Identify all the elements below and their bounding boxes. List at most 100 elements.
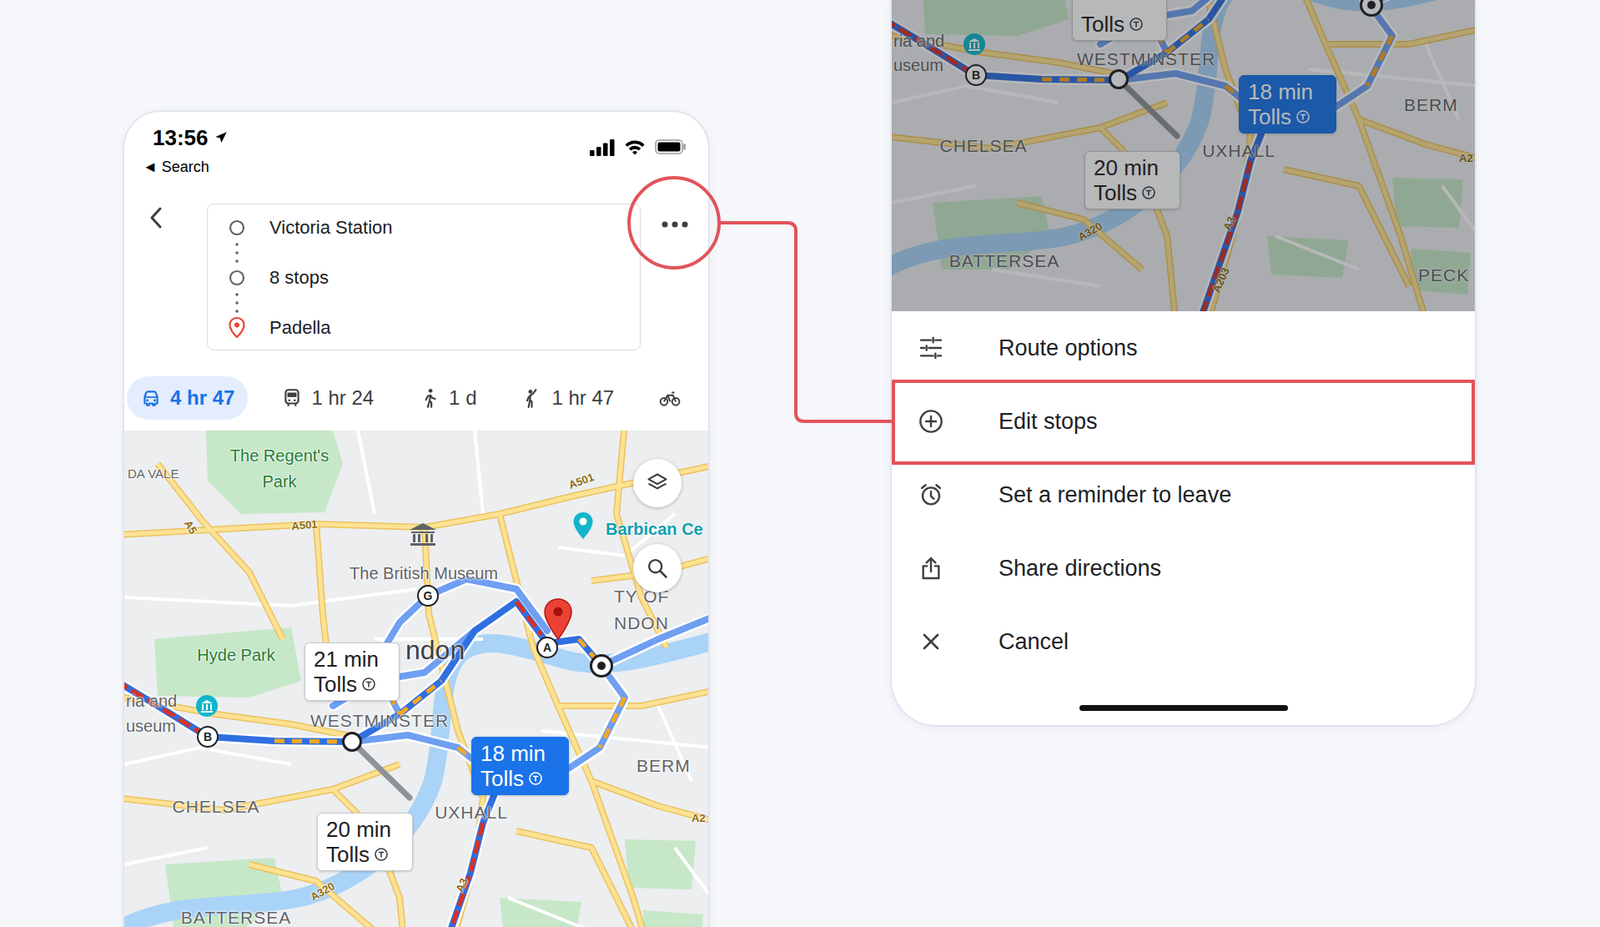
map-label: BERM: [636, 755, 691, 775]
destination-pin-icon[interactable]: [541, 597, 575, 641]
map-label: Hyde Park: [196, 645, 275, 665]
search-icon: [645, 556, 670, 580]
badge-line: 18 min: [480, 740, 560, 766]
map-label: BATTERSEA: [181, 907, 292, 927]
badge-text: 21 min: [313, 646, 379, 672]
share-icon: [917, 554, 945, 582]
map-label: ndon: [405, 635, 465, 665]
map-label: NDON: [613, 613, 670, 633]
search-button[interactable]: [633, 543, 682, 593]
route-time-badge[interactable]: 18 minTolls: [471, 736, 569, 795]
badge-line: Tolls: [326, 841, 404, 867]
menu-label: Route options: [998, 335, 1138, 362]
options-menu: Route options Edit stops Set a reminder to…: [891, 311, 1475, 679]
stop-marker[interactable]: B: [196, 725, 219, 748]
marker-letter: A: [543, 640, 552, 655]
status-row: 13:56: [152, 120, 687, 156]
alarm-icon: [917, 481, 945, 509]
map-label: useum: [125, 716, 177, 735]
menu-label: Cancel: [998, 628, 1069, 655]
map-label: The Regent's: [230, 446, 329, 465]
back-button[interactable]: [124, 203, 207, 351]
travel-time: 1 hr 47: [551, 386, 614, 410]
stop-row[interactable]: Padella: [226, 306, 634, 350]
walk-icon: [418, 387, 441, 409]
badge-text: Tolls: [326, 841, 370, 867]
menu-item[interactable]: Cancel: [891, 604, 1475, 679]
map[interactable]: ria anduseumWESTMINSTERBERMCHELSEAUXHALL…: [891, 0, 1475, 312]
menu-label: Edit stops: [998, 408, 1098, 435]
travel-time: 1 d: [448, 386, 477, 410]
destination-pin-icon: [226, 306, 247, 350]
map-canvas[interactable]: The Regent'sParkDA VALEA5A501A501The Bri…: [124, 430, 709, 927]
badge-text: 18 min: [480, 740, 546, 766]
location-arrow-icon: [213, 130, 229, 146]
phone: ria anduseumWESTMINSTERBERMCHELSEAUXHALL…: [890, 0, 1477, 727]
map-label: CHELSEA: [171, 796, 260, 816]
travel-time: 1 hr 24: [311, 386, 374, 410]
marker-letter: G: [423, 588, 433, 603]
phone: 13:56◄ SearchVictoria Station8 stopsPade…: [122, 110, 710, 927]
stops-list[interactable]: Victoria Station 8 stops Padella: [206, 203, 641, 351]
battery-icon: [654, 139, 687, 155]
car-icon: [140, 387, 162, 409]
map-roads: [124, 430, 709, 927]
travel-mode-tab[interactable]: 1 hr 24: [269, 376, 386, 420]
waypoint-marker[interactable]: [342, 731, 363, 752]
map-label: Barbican Ce: [605, 519, 704, 539]
museum-icon: [195, 694, 219, 718]
more-button-area[interactable]: [654, 203, 696, 246]
marker-dot: [597, 661, 606, 670]
signal-icon: [589, 137, 615, 156]
end-marker[interactable]: [589, 654, 614, 678]
map-label: UXHALL: [434, 802, 509, 822]
more-button[interactable]: [640, 203, 709, 351]
add-icon: [917, 407, 945, 435]
map-label: ria and: [125, 691, 177, 710]
stop-marker[interactable]: G: [417, 584, 439, 607]
badge-line: Tolls: [480, 765, 560, 791]
map[interactable]: The Regent'sParkDA VALEA5A501A501The Bri…: [124, 430, 709, 927]
stage: 13:56◄ SearchVictoria Station8 stopsPade…: [0, 0, 1600, 927]
bike-icon: [659, 387, 681, 409]
layers-button[interactable]: [633, 458, 682, 508]
toll-icon: [373, 846, 389, 862]
menu-item[interactable]: Share directions: [891, 531, 1475, 605]
travel-mode-tab[interactable]: 4 hr 47: [126, 376, 248, 420]
menu-icon-box: [891, 554, 971, 582]
travel-mode-tab[interactable]: 1 hr 47: [509, 376, 626, 420]
transit-icon: [281, 387, 303, 409]
map-label: WESTMINSTER: [310, 710, 449, 730]
back-arrow-icon: [142, 203, 172, 232]
stop-circle-icon: [226, 206, 247, 250]
menu-icon-box: [891, 334, 971, 362]
status-bar: 13:56◄ Search: [124, 111, 709, 204]
ride-icon: [521, 387, 544, 409]
stop-row[interactable]: Victoria Station: [226, 206, 634, 250]
stop-label: 8 stops: [269, 266, 329, 289]
menu-item[interactable]: Edit stops: [891, 384, 1475, 458]
map-label: DA VALE: [127, 467, 179, 482]
more-dots-icon: [659, 220, 690, 229]
badge-line: Tolls: [313, 671, 391, 697]
annotation-layer: [0, 0, 1600, 927]
highlight-box: [891, 379, 1475, 465]
toll-icon: [528, 770, 544, 786]
menu-icon-box: [891, 628, 971, 655]
menu-item[interactable]: Route options: [891, 311, 1475, 385]
stop-marker[interactable]: A: [536, 636, 559, 659]
wifi-icon: [623, 137, 647, 156]
menu-label: Set a reminder to leave: [998, 482, 1232, 509]
map-label: A2: [691, 812, 706, 825]
route-time-badge[interactable]: 20 minTolls: [316, 812, 413, 871]
travel-mode-tab[interactable]: 1 d: [407, 376, 489, 420]
cancel-icon: [917, 628, 945, 655]
route-time-badge[interactable]: 21 minTolls: [304, 642, 400, 701]
back-to-search[interactable]: ◄ Search: [142, 155, 687, 179]
map-label: Park: [261, 472, 297, 491]
menu-item[interactable]: Set a reminder to leave: [891, 457, 1475, 532]
connector-line: [719, 222, 892, 422]
travel-mode-tab[interactable]: [647, 376, 693, 420]
stop-row[interactable]: 8 stops: [226, 256, 634, 300]
map-dim-overlay: [891, 0, 1475, 312]
